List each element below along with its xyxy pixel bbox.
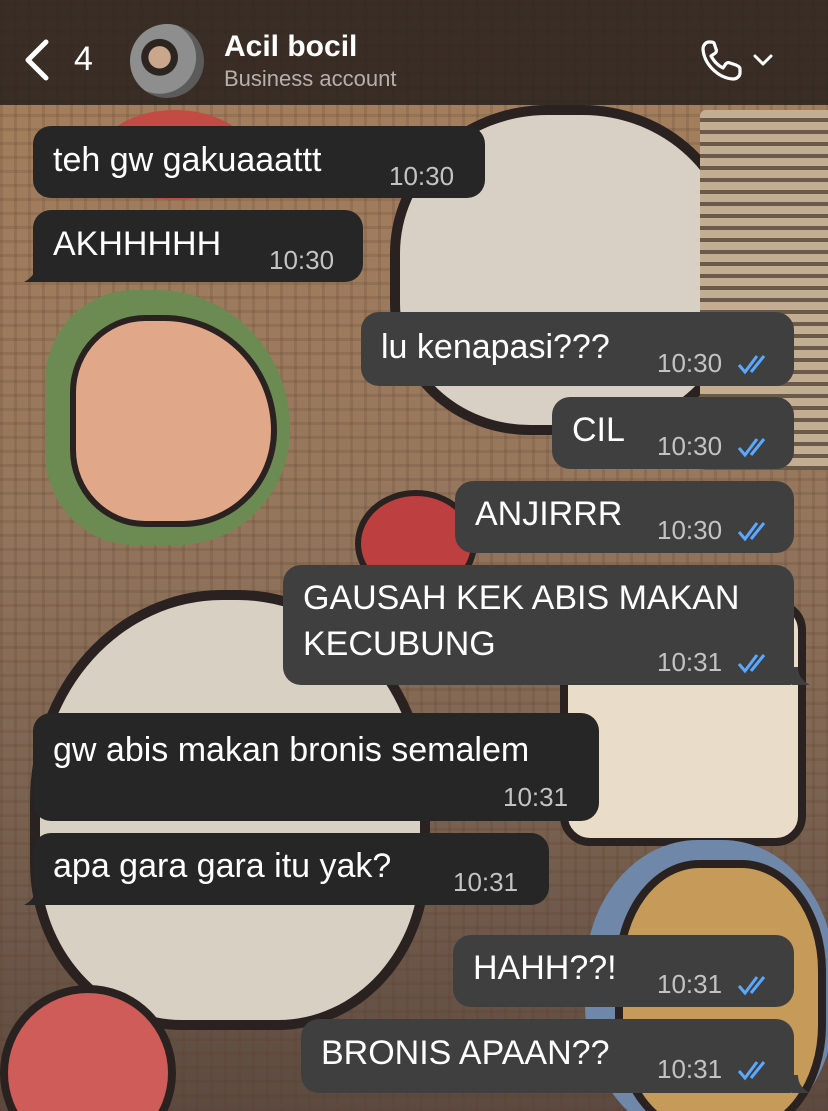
read-receipt-icon xyxy=(737,355,766,375)
message-text: ANJIRRR xyxy=(475,495,623,533)
message-text: CIL xyxy=(572,411,625,449)
message-bubble-incoming[interactable]: apa gara gara itu yak? 10:31 xyxy=(33,833,549,905)
message-time: 10:30 xyxy=(657,348,723,378)
message-bubble-outgoing[interactable]: ANJIRRR 10:30 xyxy=(455,481,794,553)
read-receipt-icon xyxy=(737,1061,766,1081)
avatar[interactable] xyxy=(130,24,204,98)
contact-name[interactable]: Acil bocil xyxy=(224,30,357,64)
message-bubble-incoming[interactable]: AKHHHHH 10:30 xyxy=(33,210,363,282)
bubble-tail xyxy=(792,1075,810,1093)
call-button[interactable] xyxy=(700,38,780,82)
bubble-tail xyxy=(24,264,42,282)
message-bubble-incoming[interactable]: gw abis makan bronis semalem 10:31 xyxy=(33,713,599,821)
bubble-tail xyxy=(792,667,810,685)
message-text: gw abis makan bronis semalem xyxy=(53,731,530,769)
message-bubble-outgoing[interactable]: GAUSAH KEK ABIS MAKAN KECUBUNG 10:31 xyxy=(283,565,794,685)
message-time: 10:31 xyxy=(657,969,723,999)
message-time: 10:31 xyxy=(657,647,723,677)
message-time: 10:31 xyxy=(503,782,569,812)
message-bubble-incoming[interactable]: teh gw gakuaaattt 10:30 xyxy=(33,126,485,198)
message-text: lu kenapasi??? xyxy=(381,328,610,366)
contact-subtitle: Business account xyxy=(224,66,397,91)
chat-header: 4 Acil bocil Business account xyxy=(0,0,828,105)
back-button[interactable] xyxy=(22,35,72,85)
message-time: 10:30 xyxy=(657,515,723,545)
unread-count[interactable]: 4 xyxy=(74,40,93,79)
message-bubble-outgoing[interactable]: BRONIS APAAN?? 10:31 xyxy=(301,1019,794,1093)
message-time: 10:30 xyxy=(657,431,723,461)
message-time: 10:31 xyxy=(453,867,519,897)
chevron-down-icon xyxy=(753,54,773,66)
message-bubble-outgoing[interactable]: lu kenapasi??? 10:30 xyxy=(361,312,794,386)
read-receipt-icon xyxy=(737,654,766,674)
message-bubble-outgoing[interactable]: CIL 10:30 xyxy=(552,397,794,469)
message-text: apa gara gara itu yak? xyxy=(53,847,392,885)
message-time: 10:30 xyxy=(269,245,335,275)
message-text: AKHHHHH xyxy=(53,225,222,263)
chevron-left-icon xyxy=(25,39,49,81)
message-text: HAHH??! xyxy=(473,949,617,987)
message-bubble-outgoing[interactable]: HAHH??! 10:31 xyxy=(453,935,794,1007)
read-receipt-icon xyxy=(737,438,766,458)
read-receipt-icon xyxy=(737,522,766,542)
message-time: 10:31 xyxy=(657,1054,723,1084)
bubble-tail xyxy=(24,887,42,905)
message-text: teh gw gakuaaattt xyxy=(53,141,322,179)
message-time: 10:30 xyxy=(389,161,455,191)
read-receipt-icon xyxy=(737,976,766,996)
message-text: BRONIS APAAN?? xyxy=(321,1034,610,1072)
phone-icon xyxy=(701,40,742,81)
